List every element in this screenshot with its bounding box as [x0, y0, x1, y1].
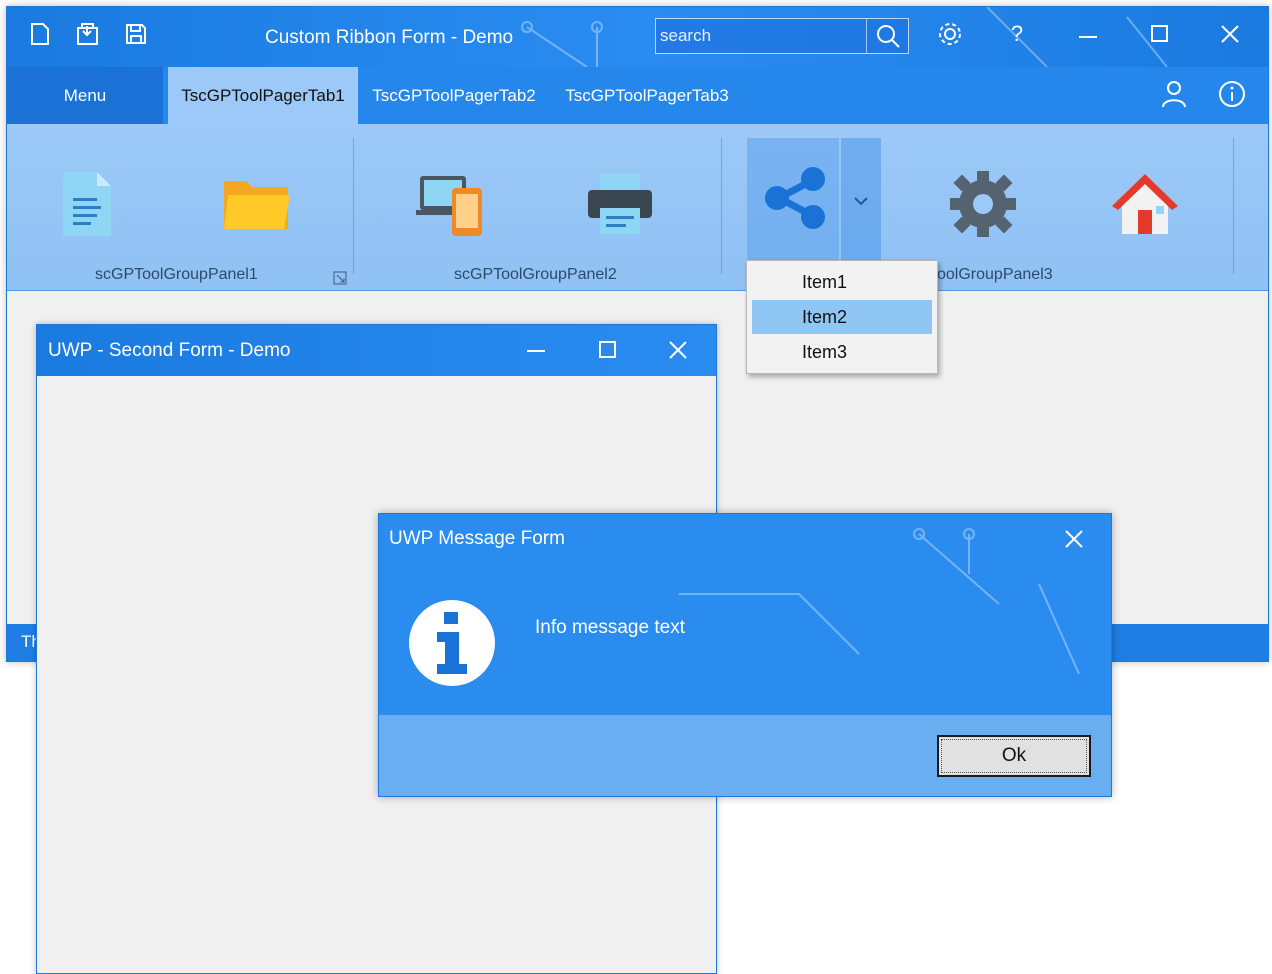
- title-bar[interactable]: Custom Ribbon Form - Demo ?: [7, 7, 1268, 67]
- folder-icon[interactable]: [217, 164, 297, 244]
- search-input[interactable]: [660, 25, 860, 47]
- close-icon[interactable]: [663, 335, 693, 365]
- window-title: Custom Ribbon Form - Demo: [265, 27, 514, 48]
- second-window-title-bar[interactable]: UWP - Second Form - Demo: [37, 325, 716, 376]
- maximize-icon[interactable]: [1145, 19, 1175, 49]
- printer-icon[interactable]: [581, 164, 661, 244]
- search-icon[interactable]: [866, 19, 908, 53]
- message-title: UWP Message Form: [389, 528, 565, 549]
- open-file-icon[interactable]: [73, 19, 103, 49]
- group-separator: [721, 138, 722, 274]
- info-icon[interactable]: [1217, 79, 1247, 109]
- tab-bar: Menu TscGPToolPagerTab1 TscGPToolPagerTa…: [7, 67, 1268, 124]
- menu-item-1[interactable]: Item1: [752, 265, 932, 299]
- group-label-3: oolGroupPanel3: [937, 266, 1053, 283]
- message-text: Info message text: [535, 617, 685, 638]
- devices-icon[interactable]: [411, 164, 491, 244]
- settings-gear-icon[interactable]: [943, 164, 1023, 244]
- group-label-2: scGPToolGroupPanel2: [454, 266, 617, 283]
- menu-item-2[interactable]: Item2: [752, 300, 932, 334]
- dialog-launcher-icon[interactable]: [333, 270, 347, 289]
- new-file-icon[interactable]: [25, 19, 55, 49]
- tab-pager-3[interactable]: TscGPToolPagerTab3: [552, 67, 742, 124]
- second-window-title: UWP - Second Form - Demo: [48, 340, 291, 361]
- share-split-button[interactable]: [747, 138, 881, 264]
- save-icon[interactable]: [121, 19, 151, 49]
- group-separator: [353, 138, 354, 274]
- chevron-down-icon[interactable]: [841, 138, 881, 264]
- minimize-icon[interactable]: [1073, 19, 1103, 49]
- user-icon[interactable]: [1159, 79, 1189, 109]
- ok-button[interactable]: Ok: [937, 735, 1091, 777]
- message-dialog: UWP Message Form Info message text Ok: [378, 513, 1112, 797]
- message-footer: Ok: [379, 715, 1111, 796]
- close-icon[interactable]: [1215, 19, 1245, 49]
- help-icon[interactable]: ?: [1002, 19, 1032, 49]
- ribbon-panel: scGPToolGroupPanel1 scGPToolGroupPanel2: [7, 124, 1268, 291]
- document-icon[interactable]: [47, 164, 127, 244]
- home-icon[interactable]: [1105, 164, 1185, 244]
- search-box[interactable]: [655, 18, 909, 54]
- share-icon: [765, 167, 825, 229]
- info-circle-icon: [409, 600, 495, 686]
- tab-pager-2[interactable]: TscGPToolPagerTab2: [363, 67, 545, 124]
- gear-icon[interactable]: [935, 19, 965, 49]
- menu-item-3[interactable]: Item3: [752, 335, 932, 369]
- tab-menu[interactable]: Menu: [7, 67, 163, 124]
- minimize-icon[interactable]: [521, 335, 551, 365]
- share-dropdown-menu: Item1 Item2 Item3: [746, 260, 938, 374]
- group-separator: [1233, 138, 1234, 274]
- maximize-icon[interactable]: [593, 335, 623, 365]
- close-icon[interactable]: [1059, 524, 1089, 554]
- group-label-1: scGPToolGroupPanel1: [95, 266, 258, 283]
- share-button[interactable]: [747, 138, 839, 264]
- tab-pager-1[interactable]: TscGPToolPagerTab1: [168, 67, 358, 124]
